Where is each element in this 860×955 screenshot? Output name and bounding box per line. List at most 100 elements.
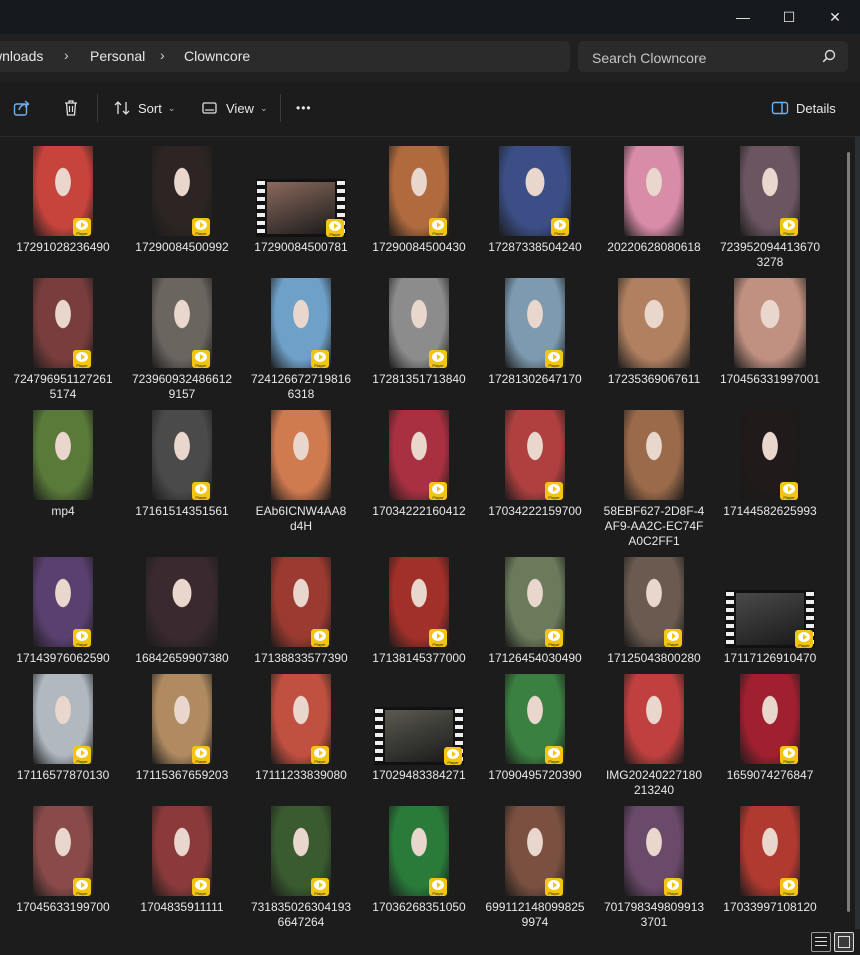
delete-button[interactable] — [61, 90, 81, 126]
file-item[interactable]: Player 699112148099825 9974 — [482, 805, 588, 929]
media-player-badge-icon: Player — [73, 629, 91, 647]
file-name: 17143976062590 — [16, 651, 110, 665]
media-player-badge-icon: Player — [545, 746, 563, 764]
file-item[interactable]: Player 723952094413670 3278 — [717, 145, 823, 270]
file-item[interactable]: Player 17045633199700 — [10, 805, 116, 929]
file-item[interactable]: 20220628080618 — [601, 145, 707, 270]
list-view-icon[interactable] — [811, 932, 831, 952]
file-item[interactable]: Player 17125043800280 — [601, 556, 707, 681]
sort-label: Sort — [138, 100, 162, 116]
file-item[interactable]: Player 17143976062590 — [10, 556, 116, 681]
file-item[interactable]: Player 731835026304193 6647264 — [248, 805, 354, 929]
file-item[interactable]: EAb6ICNW4AA8 d4H — [248, 409, 354, 534]
file-name: 17144582625993 — [723, 504, 817, 518]
file-name: 170456331997001 — [719, 372, 821, 386]
file-item[interactable]: Player 17161514351561 — [129, 409, 235, 534]
media-player-badge-icon: Player — [192, 746, 210, 764]
media-player-badge-icon: Player — [780, 218, 798, 236]
address-bar[interactable] — [0, 41, 570, 72]
file-item[interactable]: 17235369067611 — [601, 277, 707, 402]
file-name: 1704835911111 — [140, 900, 224, 914]
file-name: 17115367659203 — [135, 768, 229, 782]
media-player-badge-icon: Player — [192, 482, 210, 500]
file-name: 17034222159700 — [488, 504, 582, 518]
view-button[interactable]: View ⌄ — [200, 90, 268, 126]
file-name: 699112148099825 9974 — [485, 900, 585, 929]
media-player-badge-icon: Player — [780, 482, 798, 500]
file-item[interactable]: Player 17281302647170 — [482, 277, 588, 402]
breadcrumb-item-personal[interactable]: Personal — [90, 48, 145, 64]
file-name: 17034222160412 — [372, 504, 466, 518]
file-item[interactable]: Player 1704835911111 — [129, 805, 235, 929]
file-item[interactable]: Player 701798349809913 3701 — [601, 805, 707, 929]
sort-button[interactable]: Sort ⌄ — [112, 90, 175, 126]
file-item[interactable]: IMG20240227180 213240 — [601, 673, 707, 798]
file-item[interactable]: Player 17034222160412 — [366, 409, 472, 534]
file-item[interactable]: Player 17290084500992 — [129, 145, 235, 270]
file-item[interactable]: Player 17126454030490 — [482, 556, 588, 681]
close-button[interactable]: ✕ — [812, 0, 858, 34]
image-thumbnail — [618, 278, 690, 368]
search-icon[interactable] — [822, 49, 836, 63]
file-name: 17291028236490 — [16, 240, 110, 254]
media-player-badge-icon: Player — [311, 629, 329, 647]
file-item[interactable]: Player 17290084500430 — [366, 145, 472, 270]
media-player-badge-icon: Player — [73, 746, 91, 764]
file-item[interactable]: 170456331997001 — [717, 277, 823, 402]
file-item[interactable]: Player 17033997108120 — [717, 805, 823, 929]
file-item[interactable]: Player 724126672719816 6318 — [248, 277, 354, 402]
breadcrumb-item-clowncore[interactable]: Clowncore — [184, 48, 250, 64]
file-item[interactable]: Player 17117126910470 — [717, 556, 823, 681]
search-input[interactable] — [590, 41, 814, 74]
see-more-button[interactable]: ••• — [296, 90, 312, 126]
media-player-badge-icon: Player — [551, 218, 569, 236]
file-name: 17117126910470 — [723, 651, 817, 665]
details-pane-button[interactable]: Details — [771, 90, 836, 126]
file-item[interactable]: Player 17291028236490 — [10, 145, 116, 270]
file-grid[interactable]: Player 17291028236490 Player 17290084500992… — [0, 137, 846, 929]
file-item[interactable]: Player 17111233839080 — [248, 673, 354, 798]
file-name: IMG20240227180 213240 — [605, 768, 703, 797]
thumbnail-view-icon[interactable] — [834, 932, 854, 952]
file-item[interactable]: Player 17290084500781 — [248, 145, 354, 270]
file-item[interactable]: Player 17287338504240 — [482, 145, 588, 270]
media-player-badge-icon: Player — [429, 878, 447, 896]
chevron-right-icon[interactable]: › — [160, 47, 165, 63]
minimize-button[interactable]: — — [720, 0, 766, 34]
file-name: 17287338504240 — [488, 240, 582, 254]
file-item[interactable]: Player 723960932486612 9157 — [129, 277, 235, 402]
vertical-scrollbar[interactable] — [847, 152, 850, 912]
file-item[interactable]: mp4 — [10, 409, 116, 534]
file-name: 17161514351561 — [135, 504, 229, 518]
chevron-down-icon: ⌄ — [167, 102, 176, 113]
image-thumbnail — [624, 674, 684, 764]
file-item[interactable]: Player 1659074276847 — [717, 673, 823, 798]
file-name: EAb6ICNW4AA8 d4H — [255, 504, 347, 533]
file-item[interactable]: Player 17138145377000 — [366, 556, 472, 681]
file-item[interactable]: Player 17281351713840 — [366, 277, 472, 402]
file-item[interactable]: Player 17029483384271 — [366, 673, 472, 798]
share-icon — [13, 100, 30, 116]
file-item[interactable]: 58EBF627-2D8F-4 AF9-AA2C-EC74F A0C2FF1 — [601, 409, 707, 548]
media-player-badge-icon: Player — [545, 350, 563, 368]
chevron-right-icon[interactable]: › — [64, 47, 69, 63]
file-item[interactable]: Player 17116577870130 — [10, 673, 116, 798]
file-item[interactable]: Player 17034222159700 — [482, 409, 588, 534]
image-thumbnail — [33, 410, 93, 500]
media-player-badge-icon: Player — [664, 878, 682, 896]
media-player-badge-icon: Player — [545, 629, 563, 647]
file-item[interactable]: Player 17138833577390 — [248, 556, 354, 681]
maximize-button[interactable]: ☐ — [766, 0, 812, 34]
file-item[interactable]: Player 17036268351050 — [366, 805, 472, 929]
share-button[interactable] — [12, 90, 32, 126]
view-icon — [202, 102, 217, 114]
file-item[interactable]: Player 17144582625993 — [717, 409, 823, 534]
file-item[interactable]: Player 724796951127261 5174 — [10, 277, 116, 402]
file-item[interactable]: 16842659907380 — [129, 556, 235, 681]
search-box[interactable] — [578, 41, 848, 74]
file-name: 17138833577390 — [254, 651, 348, 665]
file-item[interactable]: Player 17090495720390 — [482, 673, 588, 798]
file-item[interactable]: Player 17115367659203 — [129, 673, 235, 798]
breadcrumb-item-downloads[interactable]: wnloads — [0, 48, 43, 64]
media-player-badge-icon: Player — [780, 878, 798, 896]
